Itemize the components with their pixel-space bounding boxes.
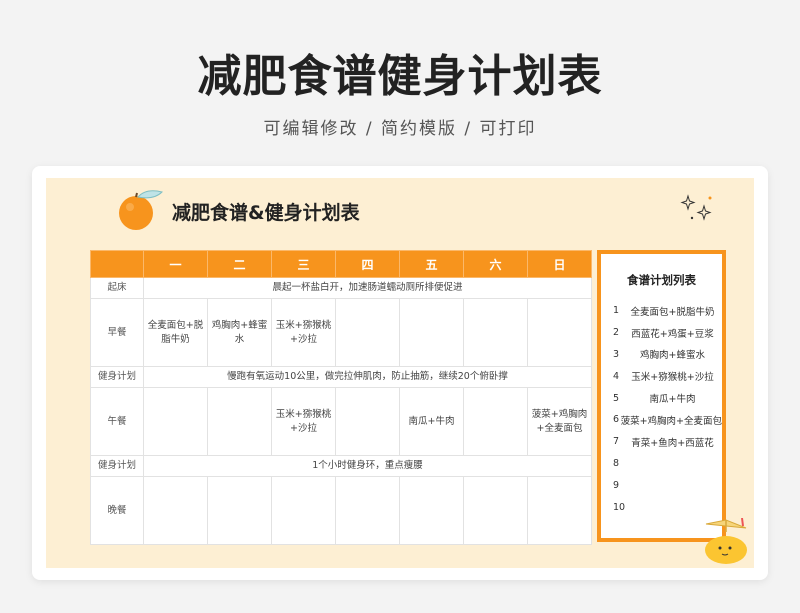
plan-sheet: 减肥食谱&健身计划表 一 二 三 四 五 六 日 起床 晨起一杯盐白开，加速肠道… — [46, 178, 754, 568]
header-corner — [90, 250, 144, 278]
fitness-note-cell[interactable]: 慢跑有氧运动10公里，做完拉伸肌肉，防止抽筋，继续20个俯卧撑 — [143, 366, 592, 388]
meal-cell[interactable] — [527, 298, 592, 367]
table-row-lunch: 午餐 玉米+猕猴桃+沙拉 南瓜+牛肉 菠菜+鸡胸肉+全麦面包 — [90, 387, 592, 456]
table-row-breakfast: 早餐 全麦面包+脱脂牛奶 鸡胸肉+蜂蜜水 玉米+猕猴桃+沙拉 — [90, 298, 592, 367]
list-item-text: 玉米+猕猴桃+沙拉 — [631, 372, 714, 384]
list-item-number: 1 — [613, 305, 620, 317]
list-item-text: 鸡胸肉+蜂蜜水 — [640, 350, 705, 362]
list-item-text: 南瓜+牛肉 — [649, 394, 696, 406]
row-label: 健身计划 — [90, 366, 144, 388]
meal-cell[interactable]: 玉米+猕猴桃+沙拉 — [271, 387, 336, 456]
list-item[interactable]: 10 — [601, 496, 722, 518]
list-item-number: 5 — [613, 392, 620, 404]
fitness-note-cell[interactable]: 1个小时健身环，重点瘦腰 — [143, 455, 592, 477]
meal-cell[interactable]: 菠菜+鸡胸肉+全麦面包 — [527, 387, 592, 456]
table-row-wake: 起床 晨起一杯盐白开，加速肠道蠕动厕所排便促进 — [90, 277, 592, 299]
meal-cell[interactable] — [207, 387, 272, 456]
meal-cell[interactable] — [143, 387, 208, 456]
list-item[interactable]: 8 — [601, 453, 722, 475]
meal-cell[interactable] — [463, 298, 528, 367]
recipe-list-title: 食谱计划列表 — [627, 273, 696, 287]
orange-icon — [119, 190, 163, 230]
meal-cell[interactable] — [527, 476, 592, 545]
row-label: 晚餐 — [90, 476, 144, 545]
list-item-text: 全麦面包+脱脂牛奶 — [630, 306, 715, 318]
list-item-number: 9 — [613, 479, 620, 491]
sparkle-icon — [680, 194, 712, 221]
meal-cell[interactable]: 鸡胸肉+蜂蜜水 — [207, 298, 272, 367]
template-preview-card[interactable]: 减肥食谱&健身计划表 一 二 三 四 五 六 日 起床 晨起一杯盐白开，加速肠道… — [32, 166, 768, 580]
list-item[interactable]: 5 南瓜+牛肉 — [601, 387, 722, 409]
day-header-sat: 六 — [463, 250, 528, 278]
day-header-tue: 二 — [207, 250, 272, 278]
meal-cell[interactable] — [335, 298, 400, 367]
table-row-fitness: 健身计划 1个小时健身环，重点瘦腰 — [90, 455, 592, 477]
day-header-thu: 四 — [335, 250, 400, 278]
list-item-number: 2 — [613, 327, 620, 339]
row-label: 午餐 — [90, 387, 144, 456]
meal-cell[interactable] — [207, 476, 272, 545]
meal-cell[interactable] — [399, 298, 464, 367]
list-item-number: 8 — [613, 457, 620, 469]
list-item-number: 7 — [613, 436, 620, 448]
row-label: 起床 — [90, 277, 144, 299]
list-item[interactable]: 4 玉米+猕猴桃+沙拉 — [601, 365, 722, 387]
list-item-number: 3 — [613, 348, 620, 360]
meal-cell[interactable] — [271, 476, 336, 545]
wake-note-cell[interactable]: 晨起一杯盐白开，加速肠道蠕动厕所排便促进 — [143, 277, 592, 299]
day-header-fri: 五 — [399, 250, 464, 278]
row-label: 健身计划 — [90, 455, 144, 477]
list-item-number: 4 — [613, 370, 620, 382]
meal-cell[interactable] — [463, 387, 528, 456]
meal-cell[interactable] — [335, 387, 400, 456]
list-item-number: 10 — [613, 501, 626, 513]
list-item-text: 西蓝花+鸡蛋+豆浆 — [631, 328, 714, 340]
list-item-text: 菠菜+鸡胸肉+全麦面包 — [620, 415, 722, 427]
table-row-fitness: 健身计划 慢跑有氧运动10公里，做完拉伸肌肉，防止抽筋，继续20个俯卧撑 — [90, 366, 592, 388]
meal-cell[interactable]: 南瓜+牛肉 — [399, 387, 464, 456]
table-header-row: 一 二 三 四 五 六 日 — [90, 250, 592, 278]
list-item[interactable]: 6 菠菜+鸡胸肉+全麦面包 — [601, 409, 722, 431]
sheet-title: 减肥食谱&健身计划表 — [172, 202, 360, 224]
meal-cell[interactable] — [463, 476, 528, 545]
list-item[interactable]: 3 鸡胸肉+蜂蜜水 — [601, 344, 722, 366]
page-subtitle: 可编辑修改 / 简约模版 / 可打印 — [263, 119, 537, 139]
list-item[interactable]: 7 青菜+鱼肉+西蓝花 — [601, 431, 722, 453]
lemon-icon — [705, 518, 747, 564]
list-item[interactable]: 2 西蓝花+鸡蛋+豆浆 — [601, 322, 722, 344]
day-header-sun: 日 — [527, 250, 592, 278]
recipe-list-panel: 食谱计划列表 1 全麦面包+脱脂牛奶 2 西蓝花+鸡蛋+豆浆 3 鸡胸肉+蜂蜜水 4玉… — [597, 250, 726, 542]
day-header-wed: 三 — [271, 250, 336, 278]
day-header-mon: 一 — [143, 250, 208, 278]
list-item-number: 6 — [613, 414, 620, 426]
list-item[interactable]: 9 — [601, 474, 722, 496]
list-item-text: 青菜+鱼肉+西蓝花 — [631, 437, 714, 449]
page-title: 减肥食谱健身计划表 — [197, 51, 603, 102]
row-label: 早餐 — [90, 298, 144, 367]
table-row-dinner: 晚餐 — [90, 476, 592, 545]
meal-cell[interactable]: 玉米+猕猴桃+沙拉 — [271, 298, 336, 367]
meal-cell[interactable] — [335, 476, 400, 545]
meal-cell[interactable] — [143, 476, 208, 545]
list-item[interactable]: 1 全麦面包+脱脂牛奶 — [601, 300, 722, 322]
meal-cell[interactable] — [399, 476, 464, 545]
meal-cell[interactable]: 全麦面包+脱脂牛奶 — [143, 298, 208, 367]
diet-fitness-table: 一 二 三 四 五 六 日 起床 晨起一杯盐白开，加速肠道蠕动厕所排便促进 早餐… — [90, 250, 592, 545]
